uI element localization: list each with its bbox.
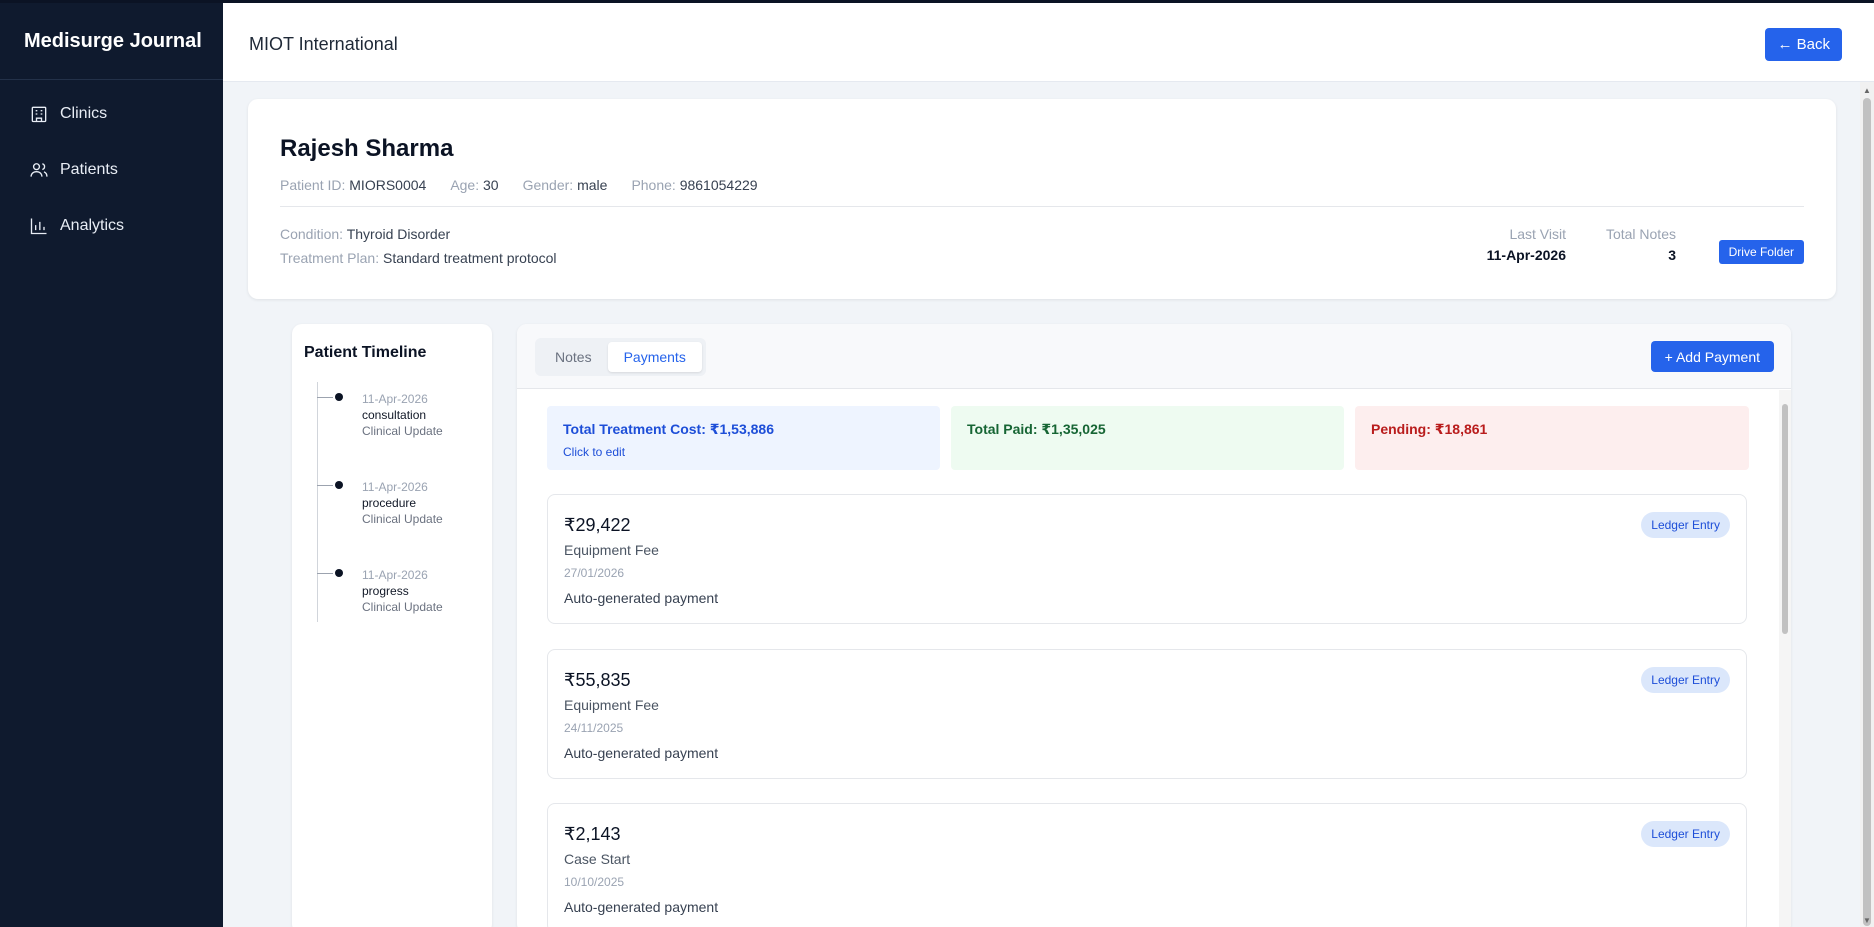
payment-date: 10/10/2025: [564, 875, 625, 889]
payment-amount: ₹29,422: [564, 515, 631, 535]
payment-card[interactable]: ₹55,835 Equipment Fee 24/11/2025 Auto-ge…: [547, 649, 1747, 779]
patient-id: Patient ID: MIORS0004: [280, 177, 427, 193]
ledger-entry-badge: Ledger Entry: [1641, 512, 1730, 538]
payment-category: Equipment Fee: [564, 697, 659, 713]
patient-condition: Condition: Thyroid Disorder: [280, 226, 451, 242]
edit-hint[interactable]: Click to edit: [563, 445, 625, 459]
patient-gender: Gender: male: [522, 177, 608, 193]
sidebar-item-patients[interactable]: Patients: [0, 142, 223, 198]
sidebar-item-label: Patients: [60, 161, 118, 178]
payment-date: 24/11/2025: [564, 721, 624, 735]
tab-notes[interactable]: Notes: [539, 342, 608, 372]
payment-amount: ₹55,835: [564, 670, 631, 690]
page-title: MIOT International: [249, 34, 398, 54]
ledger-entry-badge: Ledger Entry: [1641, 821, 1730, 847]
payments-scrollbar[interactable]: [1779, 390, 1791, 927]
patient-meta: Patient ID: MIORS0004 Age: 30 Gender: ma…: [280, 177, 758, 193]
timeline-dot-icon: [335, 569, 343, 577]
total-paid-card: Total Paid: ₹1,35,025: [951, 406, 1344, 470]
timeline-title: Patient Timeline: [304, 344, 427, 361]
ledger-entry-badge: Ledger Entry: [1641, 667, 1730, 693]
sidebar-item-analytics[interactable]: Analytics: [0, 198, 223, 254]
patient-timeline: Patient Timeline 11-Apr-2026 consultatio…: [292, 324, 492, 927]
divider: [280, 206, 1804, 207]
timeline-dot-icon: [335, 481, 343, 489]
payment-note: Auto-generated payment: [564, 590, 719, 606]
scroll-up-icon[interactable]: ▲: [1863, 86, 1871, 95]
payment-card[interactable]: ₹29,422 Equipment Fee 27/01/2026 Auto-ge…: [547, 494, 1747, 624]
scroll-down-icon[interactable]: ▼: [1863, 916, 1871, 925]
sidebar: Medisurge Journal Clinics Patients Analy…: [0, 3, 223, 927]
top-header: MIOT International ← Back: [223, 3, 1874, 82]
sidebar-item-clinics[interactable]: Clinics: [0, 86, 223, 142]
tab-bar: Notes Payments + Add Payment: [517, 324, 1791, 389]
patient-phone: Phone: 9861054229: [631, 177, 758, 193]
page-scrollbar[interactable]: ▲ ▼: [1860, 82, 1874, 927]
patient-name: Rajesh Sharma: [280, 135, 454, 162]
tab-group: Notes Payments: [535, 338, 706, 376]
users-icon: [28, 159, 50, 181]
last-visit-stat: Last Visit 11-Apr-2026: [1486, 226, 1566, 263]
total-treatment-cost-card[interactable]: Total Treatment Cost: ₹1,53,886 Click to…: [547, 406, 940, 470]
payment-category: Case Start: [564, 851, 631, 867]
timeline-entry[interactable]: 11-Apr-2026 consultation Clinical Update: [317, 387, 487, 442]
tab-payments[interactable]: Payments: [607, 342, 702, 372]
building-icon: [28, 103, 50, 125]
total-notes-stat: Total Notes 3: [1605, 226, 1676, 263]
payment-note: Auto-generated payment: [564, 745, 719, 761]
payment-card[interactable]: ₹2,143 Case Start 10/10/2025 Auto-genera…: [547, 803, 1747, 927]
bar-chart-icon: [28, 215, 50, 237]
brand-title[interactable]: Medisurge Journal: [0, 3, 223, 80]
timeline-dot-icon: [335, 393, 343, 401]
payment-category: Equipment Fee: [564, 542, 659, 558]
back-button[interactable]: ← Back: [1765, 28, 1842, 61]
payments-panel: Notes Payments + Add Payment Total Treat…: [517, 324, 1791, 927]
sidebar-item-label: Analytics: [60, 217, 125, 234]
timeline-entry[interactable]: 11-Apr-2026 procedure Clinical Update: [317, 475, 487, 530]
add-payment-button[interactable]: + Add Payment: [1650, 341, 1774, 372]
page-scrollbar-thumb[interactable]: [1863, 98, 1871, 926]
payment-date: 27/01/2026: [564, 566, 625, 580]
patient-info-card: Rajesh Sharma Patient ID: MIORS0004 Age:…: [248, 99, 1836, 299]
payment-amount: ₹2,143: [564, 824, 621, 844]
pending-card: Pending: ₹18,861: [1355, 406, 1749, 470]
drive-folder-button[interactable]: Drive Folder: [1718, 240, 1804, 264]
patient-age: Age: 30: [450, 177, 499, 193]
patient-treatment-plan: Treatment Plan: Standard treatment proto…: [280, 250, 557, 266]
sidebar-item-label: Clinics: [60, 105, 108, 122]
payment-note: Auto-generated payment: [564, 899, 719, 915]
timeline-entry[interactable]: 11-Apr-2026 progress Clinical Update: [317, 563, 487, 618]
payments-scrollbar-thumb[interactable]: [1782, 404, 1788, 634]
